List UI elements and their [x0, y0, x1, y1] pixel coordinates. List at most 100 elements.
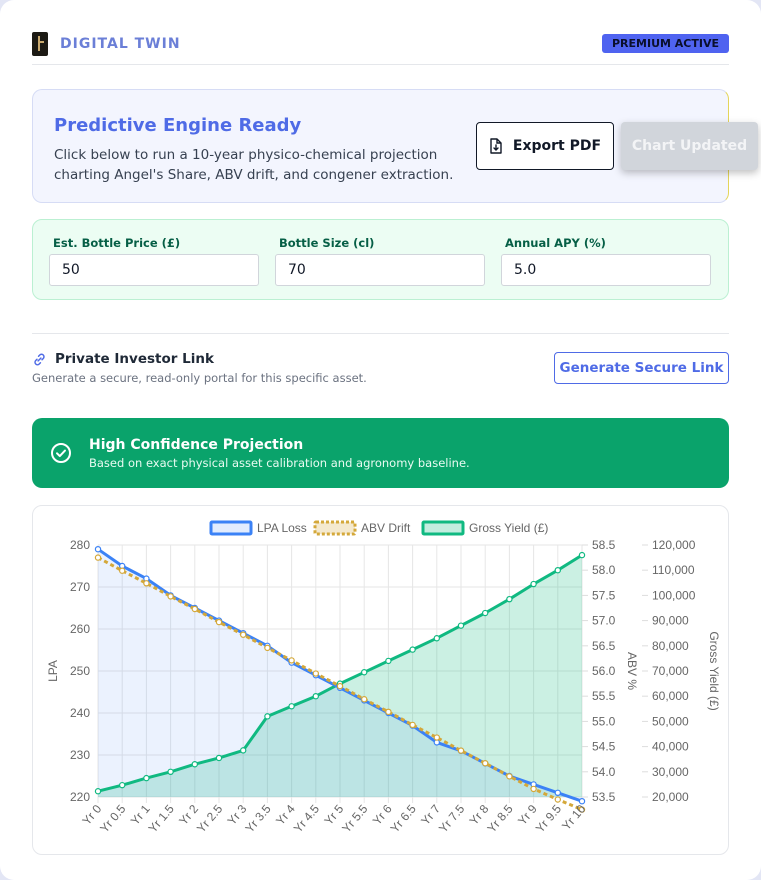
- series-point-2: [288, 703, 295, 710]
- apy-input[interactable]: [501, 254, 711, 286]
- series-point-1: [554, 796, 562, 803]
- x-tick-label: Yr 8.5: [484, 802, 516, 836]
- x-tick-label: Yr 1.5: [146, 802, 178, 836]
- right-tick-label: 80,000: [652, 639, 689, 653]
- series-point-1: [191, 605, 198, 613]
- x-tick-label: Yr 7.5: [436, 802, 468, 836]
- check-circle-icon: [51, 443, 71, 463]
- series-point-2: [554, 566, 562, 574]
- investor-link-heading: Private Investor Link: [32, 351, 214, 367]
- right-axis-title: Gross Yield (£): [707, 631, 721, 710]
- projection-chart: 220230240250260270280Yr 0Yr 0.5 Yr 1Yr 1.…: [46, 520, 721, 836]
- mid-tick-label: 55.0: [592, 714, 616, 728]
- left-tick-label: 220: [70, 790, 90, 804]
- investor-link-description: Generate a secure, read-only portal for …: [32, 371, 367, 385]
- engine-title: Predictive Engine Ready: [54, 115, 302, 136]
- left-tick-label: 250: [70, 664, 90, 678]
- generate-secure-link-button[interactable]: Generate Secure Link: [554, 352, 729, 384]
- series-point-1: [433, 734, 440, 741]
- projection-chart-card: 220 230 240 250 260 270 280 Yr 0 Yr 0.5 Yr 1 Yr 1.…: [32, 505, 729, 855]
- series-point-2: [457, 622, 465, 629]
- apy-field: Annual APY (%): [501, 236, 711, 286]
- right-tick-label: 120,000: [652, 538, 696, 552]
- right-tick-label: 20,000: [652, 790, 689, 804]
- x-tick-label: Yr 4.5: [291, 802, 323, 836]
- price-input[interactable]: [49, 254, 259, 286]
- series-point-2: [94, 788, 102, 795]
- left-axis-title: LPA: [46, 660, 60, 682]
- size-input[interactable]: [275, 254, 485, 286]
- left-tick-label: 230: [70, 748, 90, 762]
- size-field: Bottle Size (cl): [275, 236, 485, 286]
- series-point-2: [215, 754, 223, 762]
- series-point-2: [143, 774, 150, 782]
- x-tick-label: Yr 5.5: [339, 802, 371, 836]
- series-point-1: [336, 682, 344, 690]
- right-tick-label: 110,000: [652, 563, 695, 577]
- size-label: Bottle Size (cl): [279, 236, 375, 250]
- right-tick-label: 40,000: [652, 740, 689, 754]
- series-point-0: [94, 546, 102, 553]
- premium-badge: PREMIUM ACTIVE: [601, 34, 729, 53]
- series-point-2: [506, 595, 513, 603]
- series-point-1: [409, 721, 416, 729]
- right-tick-label: 50,000: [652, 714, 689, 728]
- left-tick-label: 280: [70, 538, 90, 552]
- export-pdf-label: Export PDF: [512, 138, 602, 154]
- section-divider: [32, 333, 729, 334]
- price-label: Est. Bottle Price (£): [53, 236, 181, 250]
- series-point-1: [94, 554, 102, 561]
- series-point-2: [239, 747, 247, 754]
- investor-link-title: Private Investor Link: [55, 351, 214, 367]
- mid-tick-label: 57.5: [592, 588, 616, 602]
- mid-tick-label: 57.0: [592, 614, 616, 628]
- link-icon: [34, 353, 45, 365]
- left-tick-label: 260: [70, 622, 90, 636]
- confidence-description: Based on exact physical asset calibratio…: [89, 456, 470, 470]
- series-point-2: [118, 781, 126, 789]
- series-point-1: [239, 631, 247, 638]
- engine-description: Click below to run a 10-year physico-che…: [54, 147, 454, 183]
- right-tick-label: 70,000: [652, 664, 689, 678]
- inputs-card: Est. Bottle Price (£) Bottle Size (cl) A…: [32, 219, 729, 300]
- confidence-title: High Confidence Projection: [89, 437, 304, 453]
- right-tick-label: 90,000: [652, 614, 689, 628]
- right-tick-label: 60,000: [652, 689, 689, 703]
- series-point-1: [506, 773, 513, 780]
- series-point-2: [385, 657, 392, 665]
- left-tick-label: 270: [70, 580, 90, 594]
- series-point-2: [433, 635, 440, 642]
- right-tick-label: 30,000: [652, 765, 689, 779]
- legend-swatch: [313, 520, 357, 536]
- mid-axis-title: ABV %: [625, 652, 639, 690]
- left-tick-label: 240: [70, 706, 90, 720]
- series-point-1: [264, 644, 271, 652]
- legend-label: Gross Yield (£): [469, 521, 548, 535]
- x-tick-label: Yr 0.5: [97, 802, 129, 836]
- legend-swatch: [209, 520, 253, 536]
- series-point-0: [554, 789, 562, 796]
- right-tick-label: 100,000: [652, 588, 696, 602]
- logo-bottle-icon: [32, 32, 48, 56]
- chart-updated-button[interactable]: Chart Updated: [621, 122, 758, 170]
- series-point-2: [409, 646, 416, 653]
- x-tick-label: Yr 9.5: [533, 802, 565, 836]
- series-point-1: [215, 618, 223, 626]
- export-pdf-button[interactable]: Export PDF: [476, 122, 614, 170]
- series-point-1: [118, 567, 126, 574]
- mid-tick-label: 58.0: [592, 563, 616, 577]
- app-panel: DIGITAL TWIN PREMIUM ACTIVE Predictive E…: [0, 0, 761, 880]
- series-point-2: [578, 551, 586, 559]
- x-tick-label: Yr 3.5: [242, 802, 274, 836]
- series-point-1: [457, 747, 465, 754]
- legend-label: LPA Loss: [257, 521, 307, 535]
- series-point-1: [385, 708, 392, 716]
- app-header: DIGITAL TWIN PREMIUM ACTIVE: [32, 32, 729, 65]
- series-point-2: [361, 669, 368, 676]
- series-point-1: [530, 785, 537, 793]
- brand-title: DIGITAL TWIN: [60, 36, 181, 52]
- series-point-1: [143, 580, 150, 587]
- series-point-1: [288, 657, 295, 664]
- series-point-2: [264, 713, 271, 720]
- mid-tick-label: 56.0: [592, 664, 616, 678]
